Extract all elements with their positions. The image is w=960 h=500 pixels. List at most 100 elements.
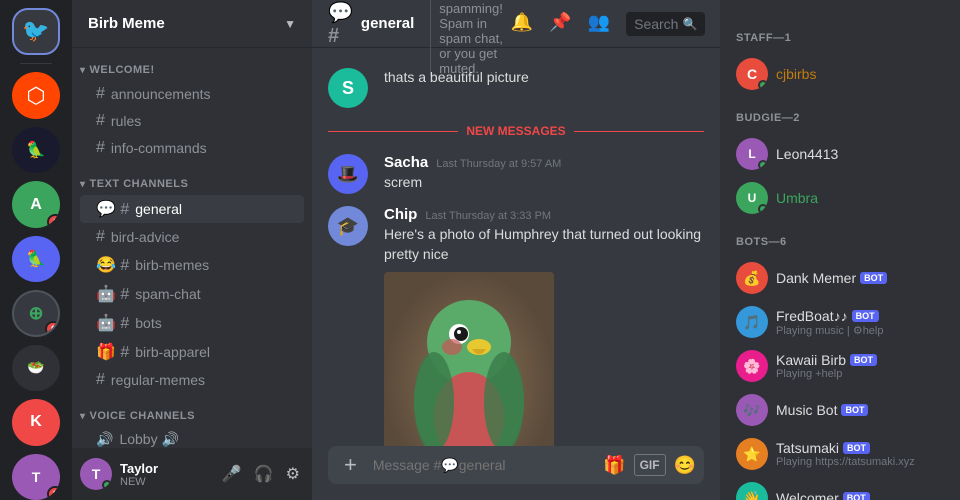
member-kawaii-birb[interactable]: 🌸 Kawaii Birb BOT Playing +help	[728, 344, 952, 388]
hash-icon: 🎁 #	[96, 342, 129, 362]
member-avatar-cjbirbs: C	[736, 58, 768, 90]
message-group-sacha: 🎩 Sacha Last Thursday at 9:57 AM screm	[312, 150, 720, 198]
message-text: screm	[384, 173, 704, 193]
member-dank-memer[interactable]: 💰 Dank Memer BOT	[728, 256, 952, 300]
settings-button[interactable]: ⚙	[282, 460, 304, 488]
member-cjbirbs[interactable]: C cjbirbs	[728, 52, 952, 96]
status-dot	[102, 480, 112, 490]
member-info: Dank Memer BOT	[776, 270, 944, 286]
member-avatar-welcomer: 👋	[736, 482, 768, 500]
bell-icon[interactable]: 🔔	[511, 12, 533, 36]
member-music-bot[interactable]: 🎶 Music Bot BOT	[728, 388, 952, 432]
search-icon[interactable]: Search 🔍	[626, 12, 705, 36]
member-tatsumaki[interactable]: ⭐ Tatsumaki BOT Playing https://tatsumak…	[728, 432, 952, 476]
member-subtext: Playing https://tatsumaki.xyz	[776, 456, 944, 468]
server-icon-4[interactable]: 🦜	[12, 236, 60, 282]
user-avatar[interactable]: T	[80, 458, 112, 490]
member-leon[interactable]: L Leon4413	[728, 132, 952, 176]
username: Taylor	[120, 461, 210, 476]
bot-tag: BOT	[860, 272, 887, 284]
channel-bots[interactable]: 🤖 # bots	[80, 309, 304, 337]
member-name: Umbra	[776, 190, 944, 206]
server-icon-birb[interactable]: 🐦	[12, 8, 60, 55]
pin-icon[interactable]: 📌	[549, 12, 571, 36]
member-name-row: Dank Memer BOT	[776, 270, 944, 286]
message-text: thats a beautiful picture	[384, 68, 704, 88]
member-name: Dank Memer	[776, 270, 856, 286]
channel-info-commands[interactable]: # info-commands	[80, 135, 304, 161]
mute-button[interactable]: 🎤	[218, 460, 246, 488]
gif-button[interactable]: GIF	[634, 454, 666, 476]
hash-icon: 🤖 #	[96, 284, 129, 304]
server-name: Birb Meme	[88, 15, 165, 32]
deafen-button[interactable]: 🎧	[250, 460, 278, 488]
user-controls: 🎤 🎧 ⚙	[218, 460, 304, 488]
channel-regular-memes[interactable]: # regular-memes	[80, 367, 304, 393]
category-text-channels[interactable]: ▾ TEXT CHANNELS	[72, 162, 312, 194]
member-info: Welcomer BOT	[776, 490, 944, 500]
bot-tag: BOT	[850, 354, 877, 366]
member-info: FredBoat♪♪ BOT Playing music | ⚙help	[776, 308, 944, 337]
channel-hash-icon: 💬 #	[328, 0, 353, 48]
channel-name: general	[361, 15, 414, 32]
member-avatar-tatsumaki: ⭐	[736, 438, 768, 470]
channel-bird-advice[interactable]: # bird-advice	[80, 224, 304, 250]
hash-icon: #	[96, 112, 105, 130]
hash-icon: #	[96, 371, 105, 389]
member-name: FredBoat♪♪	[776, 308, 848, 324]
online-dot	[758, 160, 768, 170]
server-sidebar: 🐦 ⬡ 🦜 A 1 🦜 ⊕ 6 🥗 K T 9	[0, 0, 72, 500]
member-info: Tatsumaki BOT Playing https://tatsumaki.…	[776, 440, 944, 468]
category-voice-channels[interactable]: ▾ VOICE CHANNELS	[72, 394, 312, 426]
messages-area: S thats a beautiful picture NEW MESSAGES…	[312, 48, 720, 446]
category-budgie: BUDGIE—2	[728, 96, 952, 128]
attach-button[interactable]: +	[336, 452, 365, 478]
online-dot	[758, 204, 768, 214]
bot-tag: BOT	[852, 310, 879, 322]
server-icon-5[interactable]: ⊕ 6	[12, 290, 60, 337]
gift-button[interactable]: 🎁	[603, 455, 625, 476]
member-avatar-fredboat: 🎵	[736, 306, 768, 338]
hash-icon: #	[96, 139, 105, 157]
member-info: Leon4413	[776, 146, 944, 162]
chat-input-area: + 🎁 GIF 😊	[312, 446, 720, 500]
message-input[interactable]	[365, 446, 603, 484]
member-fredboat[interactable]: 🎵 FredBoat♪♪ BOT Playing music | ⚙help	[728, 300, 952, 344]
member-info: Kawaii Birb BOT Playing +help	[776, 352, 944, 380]
server-icon-3[interactable]: A 1	[12, 181, 60, 227]
voice-channel-lobby1[interactable]: 🔊 Lobby 🔊	[80, 427, 304, 448]
message-content-chip: Chip Last Thursday at 3:33 PM Here's a p…	[384, 206, 704, 446]
channel-general[interactable]: 💬 # general ⊕	[80, 195, 304, 223]
server-icon-8[interactable]: T 9	[12, 454, 60, 500]
member-welcomer[interactable]: 👋 Welcomer BOT	[728, 476, 952, 500]
member-name-row: Music Bot BOT	[776, 402, 944, 418]
category-bots: BOTS—6	[728, 220, 952, 252]
members-icon[interactable]: 👥	[588, 12, 610, 36]
channel-spam-chat[interactable]: 🤖 # spam-chat	[80, 280, 304, 308]
server-icon-1[interactable]: ⬡	[12, 72, 60, 118]
emoji-button[interactable]: 😊	[674, 455, 696, 476]
divider-line	[328, 131, 458, 132]
member-umbra[interactable]: U Umbra	[728, 176, 952, 220]
member-avatar-kawaii: 🌸	[736, 350, 768, 382]
collapse-arrow-icon: ▾	[80, 179, 86, 190]
member-subtext: Playing +help	[776, 368, 944, 380]
hash-icon: 🤖 #	[96, 313, 129, 333]
channel-rules[interactable]: # rules	[80, 108, 304, 134]
input-actions: 🎁 GIF 😊	[603, 454, 696, 476]
channel-birb-memes[interactable]: 😂 # birb-memes	[80, 251, 304, 279]
channel-birb-apparel[interactable]: 🎁 # birb-apparel	[80, 338, 304, 366]
server-icon-6[interactable]: 🥗	[12, 345, 60, 391]
message-image: ✏️	[384, 272, 554, 446]
message-group: S thats a beautiful picture	[312, 64, 720, 112]
server-icon-7[interactable]: K	[12, 399, 60, 445]
server-header[interactable]: Birb Meme ▼	[72, 0, 312, 48]
channel-announcements[interactable]: # announcements	[80, 81, 304, 107]
chat-input-wrapper: + 🎁 GIF 😊	[328, 446, 704, 484]
server-divider	[20, 63, 52, 65]
server-badge-5: 6	[45, 321, 60, 337]
category-welcome[interactable]: ▾ WELCOME!	[72, 48, 312, 80]
message-timestamp: Last Thursday at 9:57 AM	[436, 158, 561, 170]
hash-icon: 😂 #	[96, 255, 129, 275]
server-icon-2[interactable]: 🦜	[12, 127, 60, 173]
